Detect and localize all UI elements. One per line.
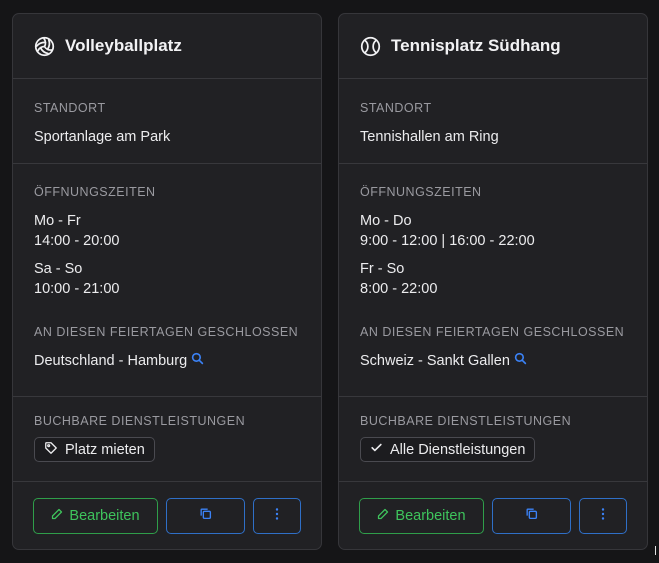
card-header: Tennisplatz Südhang <box>339 14 647 79</box>
edit-button-label: Bearbeiten <box>69 508 140 524</box>
holidays-value: Deutschland - Hamburg <box>34 353 188 369</box>
copy-icon <box>525 507 538 525</box>
location-label: STANDORT <box>34 101 106 115</box>
card-header: Volleyballplatz <box>13 14 321 79</box>
text-cursor <box>655 546 656 555</box>
services-label: BUCHBARE DIENSTLEISTUNGEN <box>34 414 246 428</box>
location-section: STANDORT Tennishallen am Ring <box>339 79 647 164</box>
location-value: Tennishallen am Ring <box>360 129 499 145</box>
edit-button[interactable]: Bearbeiten <box>33 498 158 534</box>
card-title: Tennisplatz Südhang <box>391 36 561 55</box>
hours-times: 10:00 - 21:00 <box>34 281 120 297</box>
copy-icon <box>199 507 212 525</box>
card-title: Volleyballplatz <box>65 36 182 55</box>
more-vertical-icon <box>275 507 279 525</box>
pencil-icon <box>51 508 69 524</box>
holidays-row: Deutschland - Hamburg <box>34 351 321 371</box>
hours-days: Mo - Do <box>360 213 412 229</box>
holidays-label: AN DIESEN FEIERTAGEN GESCHLOSSEN <box>34 325 299 339</box>
hours-days: Mo - Fr <box>34 213 81 229</box>
hours-times: 8:00 - 22:00 <box>360 281 438 297</box>
search-icon[interactable] <box>510 351 527 371</box>
hours-section: ÖFFNUNGSZEITEN Mo - Do 9:00 - 12:00 | 16… <box>339 164 647 397</box>
holidays-value: Schweiz - Sankt Gallen <box>360 353 510 369</box>
more-options-button[interactable] <box>579 498 627 534</box>
volleyball-icon <box>34 36 55 57</box>
location-label: STANDORT <box>360 101 432 115</box>
search-icon[interactable] <box>187 351 204 371</box>
tennis-ball-icon <box>360 36 381 57</box>
service-chip: Alle Dienstleistungen <box>360 437 536 462</box>
hours-section: ÖFFNUNGSZEITEN Mo - Fr 14:00 - 20:00 Sa … <box>13 164 321 397</box>
location-section: STANDORT Sportanlage am Park <box>13 79 321 164</box>
service-chip: Platz mieten <box>34 437 155 462</box>
location-value: Sportanlage am Park <box>34 129 171 145</box>
service-chip-label: Platz mieten <box>65 441 145 458</box>
hours-times: 9:00 - 12:00 | 16:00 - 22:00 <box>360 233 535 249</box>
card-actions: Bearbeiten <box>33 498 301 534</box>
facility-card-volleyball: Volleyballplatz STANDORT Sportanlage am … <box>12 13 322 550</box>
hours-label: ÖFFNUNGSZEITEN <box>360 185 482 199</box>
hours-days: Sa - So <box>34 261 83 277</box>
pencil-icon <box>377 508 395 524</box>
card-actions: Bearbeiten <box>359 498 627 534</box>
hours-times: 14:00 - 20:00 <box>34 233 120 249</box>
tag-icon <box>44 441 65 459</box>
duplicate-button[interactable] <box>492 498 571 534</box>
check-icon <box>370 441 390 458</box>
hours-label: ÖFFNUNGSZEITEN <box>34 185 156 199</box>
hours-days: Fr - So <box>360 261 405 277</box>
duplicate-button[interactable] <box>166 498 245 534</box>
holidays-row: Schweiz - Sankt Gallen <box>360 351 647 371</box>
facility-card-tennis: Tennisplatz Südhang STANDORT Tennishalle… <box>338 13 648 550</box>
edit-button-label: Bearbeiten <box>395 508 466 524</box>
services-label: BUCHBARE DIENSTLEISTUNGEN <box>360 414 572 428</box>
edit-button[interactable]: Bearbeiten <box>359 498 484 534</box>
holidays-label: AN DIESEN FEIERTAGEN GESCHLOSSEN <box>360 325 625 339</box>
services-section: BUCHBARE DIENSTLEISTUNGEN Platz mieten <box>13 397 321 482</box>
more-options-button[interactable] <box>253 498 301 534</box>
service-chip-label: Alle Dienstleistungen <box>390 441 526 458</box>
more-vertical-icon <box>601 507 605 525</box>
services-section: BUCHBARE DIENSTLEISTUNGEN Alle Dienstlei… <box>339 397 647 482</box>
